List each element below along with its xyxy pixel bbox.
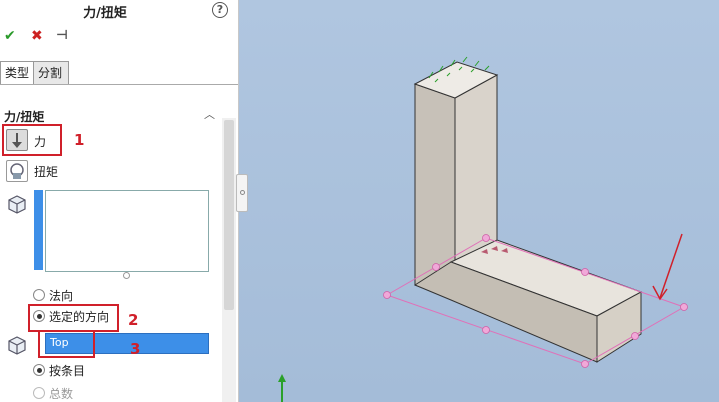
chevron-up-icon[interactable]: ︿ [204, 106, 215, 122]
annotation-box-3 [38, 330, 95, 358]
scrollbar-thumb[interactable] [224, 120, 234, 310]
annotation-number-1: 1 [74, 131, 85, 149]
resize-handle-icon[interactable] [123, 272, 130, 279]
radio-normal-label: 法向 [49, 289, 74, 303]
section-title: 力/扭矩 [4, 110, 45, 124]
tab-split[interactable]: 分割 [33, 61, 69, 85]
radio-per-item[interactable] [33, 364, 45, 376]
annotation-number-3: 3 [130, 340, 141, 358]
torque-toggle-button[interactable] [6, 160, 28, 182]
torque-label: 扭矩 [34, 165, 59, 179]
direction-reference-icon [8, 336, 26, 355]
panel-title: 力/扭矩 [83, 6, 127, 21]
face-selection-icon [8, 195, 26, 214]
ok-check-icon[interactable]: ✔ [4, 28, 16, 44]
graphics-viewport[interactable] [239, 0, 719, 402]
divider [0, 84, 238, 85]
radio-per-item-label: 按条目 [49, 364, 86, 378]
radio-total[interactable] [33, 387, 45, 399]
panel-splitter-handle[interactable] [236, 174, 248, 212]
property-manager-panel: 力/扭矩 ? ✔ ✖ ⊣ 类型 分割 力/扭矩 ︿ 力 1 扭矩 法向 选定的方… [0, 0, 239, 402]
annotation-box-2 [28, 304, 119, 332]
face-selection-list[interactable] [45, 190, 209, 272]
torque-icon [10, 163, 24, 179]
radio-total-label: 总数 [49, 387, 74, 401]
tab-type[interactable]: 类型 [0, 61, 34, 85]
selection-list-accent [34, 190, 43, 270]
help-icon[interactable]: ? [212, 2, 228, 18]
pin-icon[interactable]: ⊣ [56, 28, 68, 43]
cancel-x-icon[interactable]: ✖ [31, 28, 43, 44]
annotation-number-2: 2 [128, 311, 139, 329]
l-bracket-model [239, 0, 719, 402]
annotation-box-1 [2, 124, 62, 156]
radio-normal[interactable] [33, 289, 45, 301]
